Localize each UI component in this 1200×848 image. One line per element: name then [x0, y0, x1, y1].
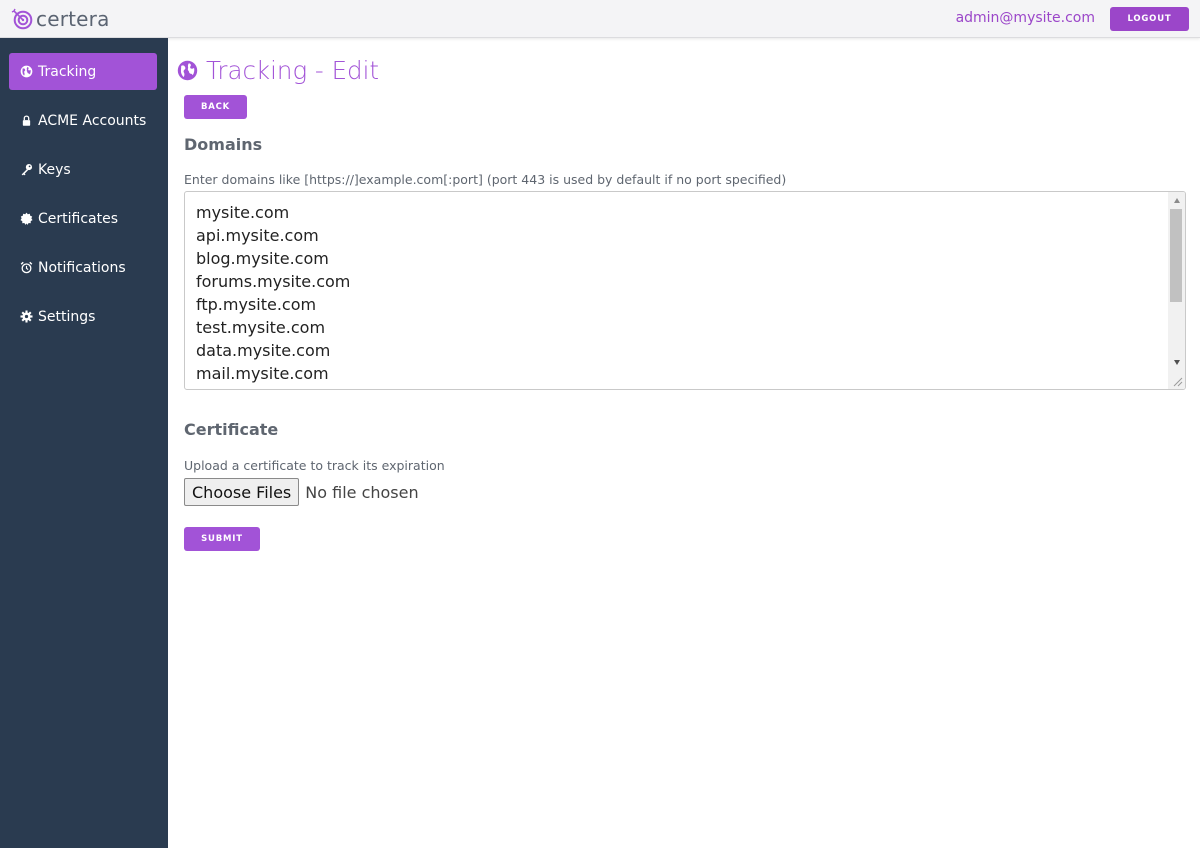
logo[interactable]: certera [11, 6, 110, 32]
gear-icon [20, 310, 33, 323]
sidebar-item-keys[interactable]: Keys [9, 151, 157, 188]
resize-grip-icon[interactable] [1171, 375, 1183, 387]
domain-line: forums.mysite.com [196, 272, 351, 291]
sidebar-item-label: Tracking [38, 63, 97, 80]
choose-files-button[interactable]: Choose Files [184, 478, 300, 506]
back-button[interactable]: BACK [184, 95, 247, 119]
sidebar-item-label: Settings [38, 308, 96, 325]
page-title: Tracking - Edit [177, 55, 379, 85]
certificate-icon [20, 212, 33, 225]
file-status: No file chosen [305, 482, 419, 502]
domain-line: mysite.com [196, 203, 290, 222]
alarm-clock-icon [20, 261, 33, 274]
sidebar-item-label: Notifications [38, 259, 126, 276]
domains-text: mysite.com api.mysite.com blog.mysite.co… [196, 201, 350, 385]
scrollbar-thumb[interactable] [1170, 209, 1182, 302]
sidebar-item-settings[interactable]: Settings [9, 298, 157, 335]
domain-line: blog.mysite.com [196, 249, 329, 268]
domains-heading: Domains [184, 135, 263, 154]
domain-line: data.mysite.com [196, 341, 331, 360]
domains-hint: Enter domains like [https://]example.com… [184, 172, 787, 187]
key-icon [20, 163, 33, 176]
domain-line: api.mysite.com [196, 226, 319, 245]
sidebar-item-tracking[interactable]: Tracking [9, 53, 157, 90]
sidebar-item-label: Certificates [38, 210, 119, 227]
logout-button[interactable]: LOGOUT [1110, 7, 1189, 31]
globe-icon [177, 60, 198, 80]
user-email[interactable]: admin@mysite.com [956, 10, 1095, 26]
certificate-heading: Certificate [184, 420, 279, 439]
target-logo-icon [11, 8, 33, 30]
globe-icon [20, 65, 33, 78]
certificate-hint: Upload a certificate to track its expira… [184, 458, 445, 473]
textarea-scrollbar[interactable] [1168, 192, 1185, 389]
sidebar-item-label: Keys [38, 161, 71, 178]
sidebar: Tracking ACME Accounts Keys Certificates… [0, 38, 168, 848]
page-title-text: Tracking - Edit [206, 55, 380, 85]
domain-line: mail.mysite.com [196, 364, 329, 383]
domains-textarea[interactable]: mysite.com api.mysite.com blog.mysite.co… [184, 191, 1186, 390]
sidebar-item-certificates[interactable]: Certificates [9, 200, 157, 237]
submit-button[interactable]: SUBMIT [184, 527, 260, 551]
top-bar: certera admin@mysite.com LOGOUT [0, 0, 1200, 38]
sidebar-item-acme-accounts[interactable]: ACME Accounts [9, 102, 157, 139]
domain-line: ftp.mysite.com [196, 295, 317, 314]
logo-text: certera [36, 7, 110, 31]
sidebar-item-notifications[interactable]: Notifications [9, 249, 157, 286]
domain-line: test.mysite.com [196, 318, 326, 337]
sidebar-item-label: ACME Accounts [38, 112, 147, 129]
lock-icon [20, 114, 33, 127]
scroll-down-arrow-icon[interactable] [1174, 360, 1180, 365]
scroll-up-arrow-icon[interactable] [1174, 198, 1180, 203]
file-input[interactable]: Choose Files No file chosen [184, 478, 419, 506]
